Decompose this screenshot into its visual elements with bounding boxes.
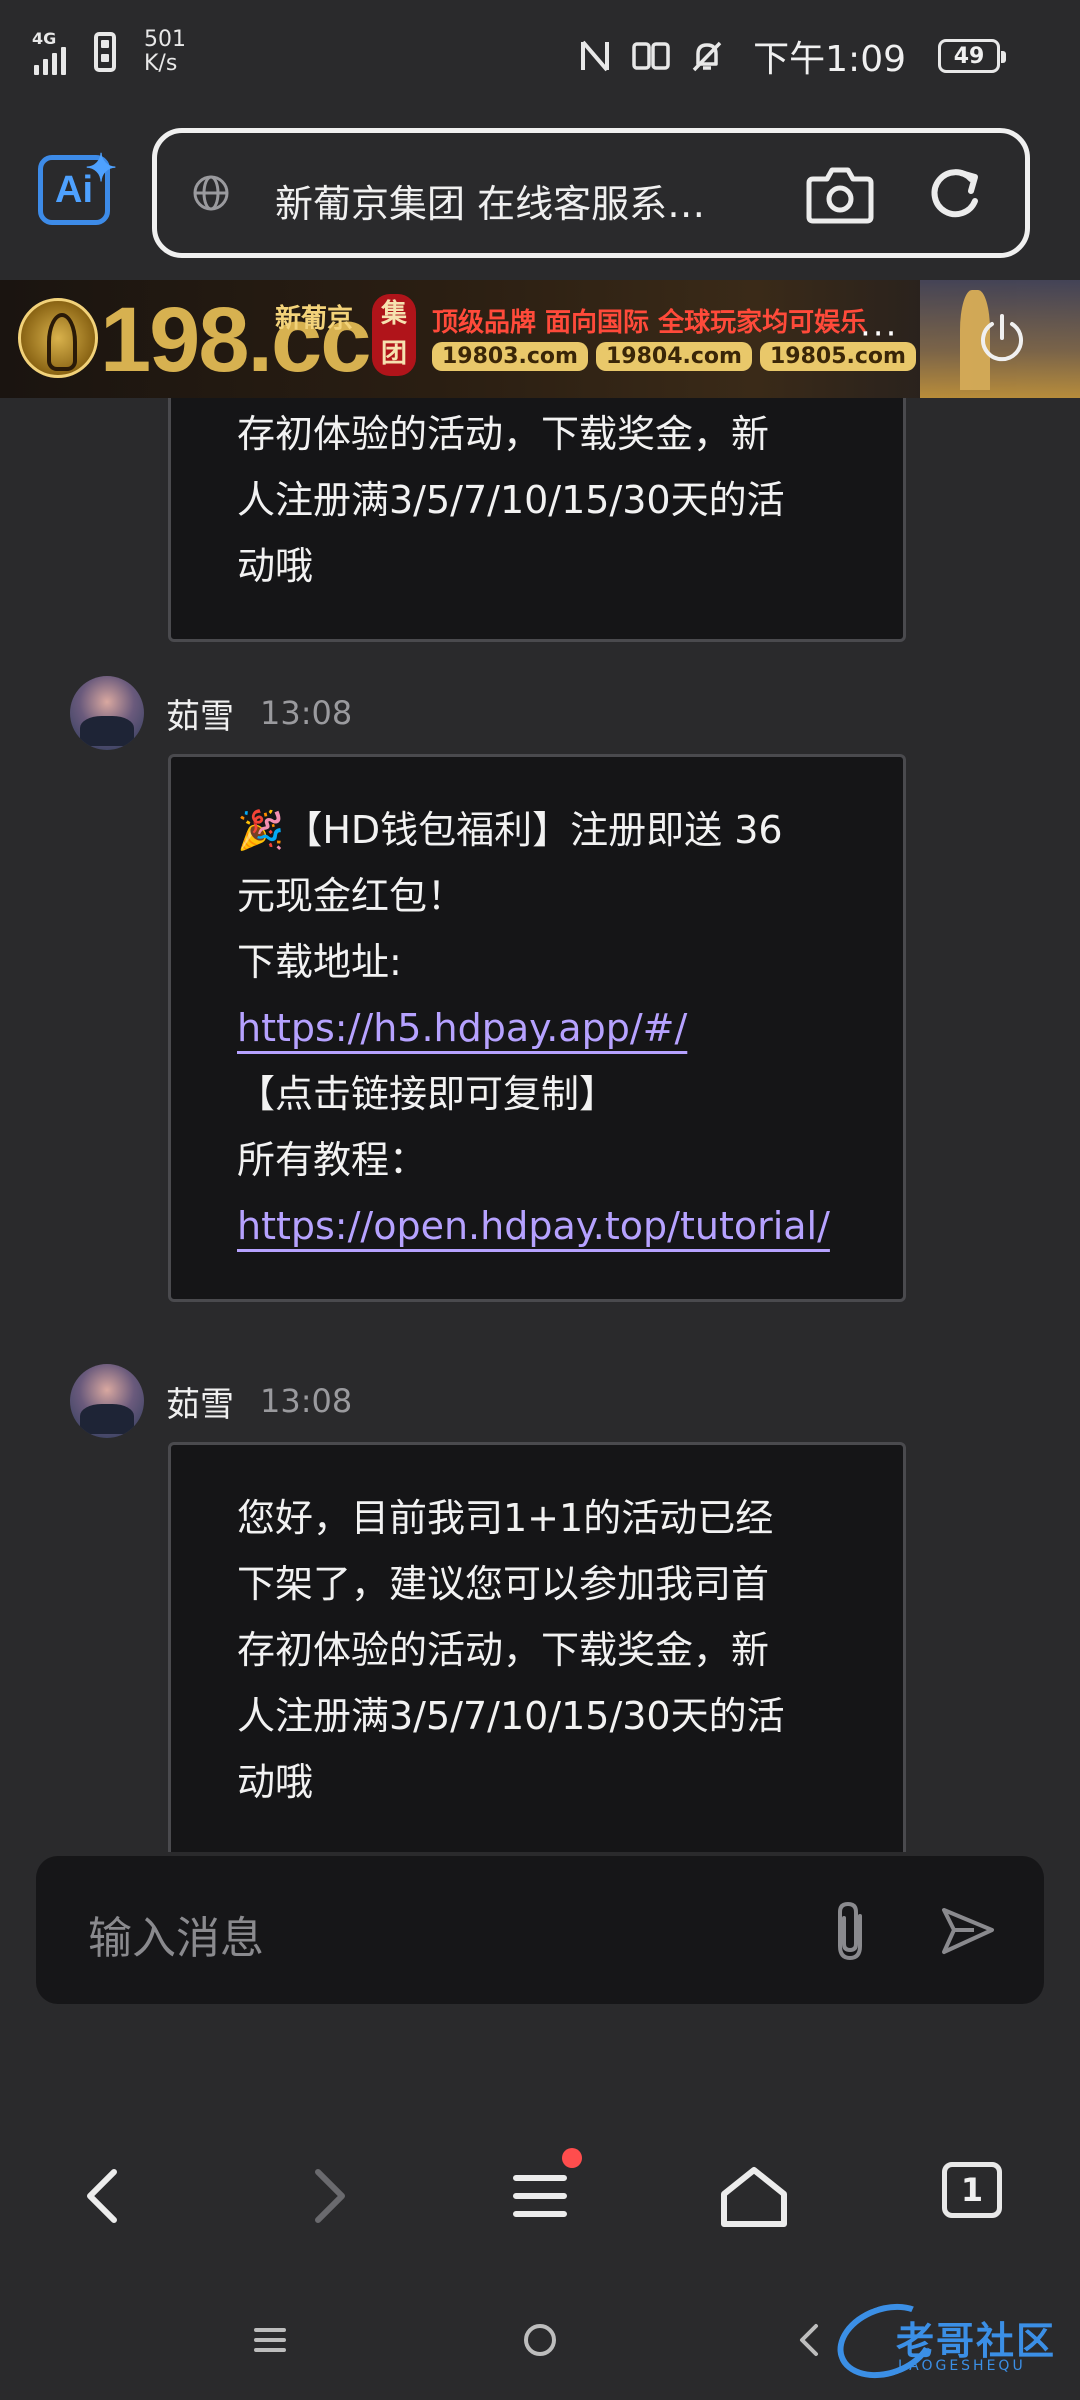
- network-type: 4G: [32, 29, 57, 48]
- network-speed-value: 501: [144, 27, 186, 52]
- message-line: 动哦: [237, 544, 314, 588]
- ai-assistant-icon[interactable]: Ai ✦: [38, 148, 117, 225]
- ad-brand: 新葡京: [275, 304, 354, 334]
- message-line: 存初体验的活动，下载奖金，新: [237, 1628, 770, 1672]
- message-line: 所有教程：: [237, 1138, 428, 1182]
- message-line: 下架了，建议您可以参加我司首: [237, 1562, 770, 1606]
- globe-icon: [193, 175, 229, 211]
- power-icon[interactable]: [976, 312, 1028, 364]
- ad-domain-list: 19803.com 19804.com 19805.com: [432, 342, 916, 371]
- avatar[interactable]: [70, 676, 144, 750]
- message-bubble: 🎉【HD钱包福利】注册即送 36 元现金红包！ 下载地址: https://h5…: [168, 754, 906, 1302]
- battery-icon: 49: [938, 39, 1006, 73]
- message-bubble: 您好，目前我司1+1的活动已经 下架了，建议您可以参加我司首 存初体验的活动，下…: [168, 1442, 906, 1852]
- battery-level: 49: [953, 43, 985, 69]
- signal-icon: 4G: [32, 29, 80, 75]
- message-input-placeholder[interactable]: 输入消息: [88, 1902, 264, 1966]
- watermark-subtext: LAOGESHEQU: [898, 2358, 1026, 2374]
- sim-card-icon: [94, 32, 116, 72]
- message-line: 您好，目前我司1+1的活动已经: [237, 1496, 774, 1540]
- avatar[interactable]: [70, 1364, 144, 1438]
- message-time: 13:08: [260, 694, 353, 732]
- more-options-icon[interactable]: ···: [860, 314, 898, 354]
- ad-domain-item: 19803.com: [432, 342, 588, 371]
- address-bar[interactable]: 新葡京集团 在线客服系…: [152, 128, 1030, 258]
- nfc-icon: [581, 40, 610, 72]
- message-line: 存初体验的活动，下载奖金，新: [237, 412, 770, 456]
- recents-icon[interactable]: [248, 2318, 292, 2362]
- watermark-text: 老哥社区: [896, 2319, 1057, 2363]
- browser-bottom-nav: 1: [0, 2102, 1080, 2280]
- chat-messages[interactable]: 存初体验的活动，下载奖金，新 人注册满3/5/7/10/15/30天的活 动哦 …: [0, 398, 1080, 1852]
- reload-icon[interactable]: [925, 161, 987, 227]
- bell-mute-icon: [692, 41, 722, 72]
- sender-name: 茹雪: [166, 1384, 234, 1425]
- camera-icon[interactable]: [805, 161, 875, 227]
- ad-logo-emblem: [18, 298, 98, 378]
- attachment-icon[interactable]: [820, 1898, 880, 1964]
- sender-name: 茹雪: [166, 696, 234, 737]
- vibrate-icon: [632, 42, 670, 70]
- ad-seal: 集团: [372, 294, 416, 376]
- message-header: 茹雪 13:08: [70, 1364, 352, 1438]
- browser-toolbar: Ai ✦ 新葡京集团 在线客服系…: [0, 110, 1080, 280]
- home-icon[interactable]: [714, 2158, 794, 2234]
- message-line: 下载地址:: [237, 940, 402, 984]
- forward-icon[interactable]: [286, 2158, 366, 2234]
- ad-slogan: 顶级品牌 面向国际 全球玩家均可娱乐: [432, 308, 867, 338]
- status-bar: 4G 501 K/s 下午1:09 49: [0, 0, 1080, 110]
- clock: 下午1:09: [753, 39, 906, 80]
- message-line: 元现金红包！: [237, 874, 466, 918]
- page-title[interactable]: 新葡京集团 在线客服系…: [275, 173, 755, 228]
- message-line: 🎉【HD钱包福利】注册即送 36: [237, 808, 783, 852]
- message-header: 茹雪 13:08: [70, 676, 352, 750]
- tutorial-link[interactable]: https://open.hdpay.top/tutorial/: [237, 1193, 830, 1259]
- network-speed-unit: K/s: [144, 51, 178, 76]
- download-link[interactable]: https://h5.hdpay.app/#/: [237, 995, 687, 1061]
- message-time: 13:08: [260, 1382, 353, 1420]
- notification-dot: [562, 2148, 582, 2168]
- message-line: 动哦: [237, 1760, 314, 1804]
- back-icon[interactable]: [66, 2158, 146, 2234]
- menu-icon[interactable]: [500, 2158, 580, 2234]
- tabs-button[interactable]: 1: [942, 2162, 1002, 2218]
- status-right: 下午1:09 49: [577, 30, 1006, 82]
- system-back-icon[interactable]: [788, 2318, 832, 2362]
- home-circle-icon[interactable]: [518, 2318, 562, 2362]
- message-line: 人注册满3/5/7/10/15/30天的活: [237, 478, 785, 522]
- network-speed: 501 K/s: [144, 28, 186, 76]
- system-nav-bar: 老哥社区 LAOGESHEQU: [0, 2280, 1080, 2400]
- message-input[interactable]: 输入消息: [36, 1856, 1044, 2004]
- send-icon[interactable]: [938, 1902, 998, 1962]
- status-left: 4G 501 K/s: [32, 28, 186, 76]
- message-bubble: 存初体验的活动，下载奖金，新 人注册满3/5/7/10/15/30天的活 动哦: [168, 398, 906, 642]
- watermark-logo: 老哥社区 LAOGESHEQU: [827, 2291, 1076, 2391]
- composer-area: 输入消息: [0, 1852, 1080, 2102]
- message-line: 人注册满3/5/7/10/15/30天的活: [237, 1694, 785, 1738]
- ad-domain-item: 19804.com: [595, 342, 752, 371]
- ad-banner[interactable]: 198.cc 新葡京 集团 顶级品牌 面向国际 全球玩家均可娱乐 19803.c…: [0, 280, 1080, 398]
- message-line: 【点击链接即可复制】: [237, 1072, 618, 1116]
